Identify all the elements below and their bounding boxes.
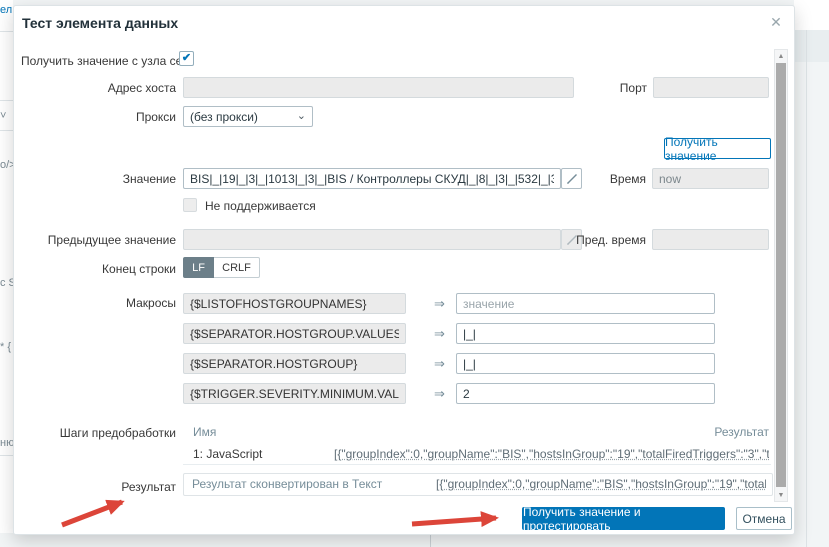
not-supported-label: Не поддерживается — [205, 199, 316, 213]
preprocessing-header-result: Результат — [569, 425, 769, 439]
background-fragment: ˅ — [0, 110, 6, 122]
value-label: Значение — [14, 172, 176, 186]
page: ел ˅ о/> с S * { ню Тест элемента данных… — [0, 0, 829, 547]
preprocessing-label: Шаги предобработки — [14, 426, 176, 440]
scrollbar-thumb[interactable] — [776, 63, 786, 487]
result-value-link[interactable]: [{"groupIndex":0,"groupName":"BIS","host… — [436, 477, 766, 491]
eol-label: Конец строки — [14, 262, 176, 276]
port-input[interactable] — [653, 77, 769, 98]
macro-value-input[interactable] — [456, 293, 715, 314]
maps-to-arrow-icon: ⇒ — [434, 386, 445, 402]
background-artifact — [430, 533, 431, 547]
macro-name-input[interactable] — [183, 323, 406, 344]
prev-time-label: Пред. время — [559, 233, 646, 247]
prev-value-input[interactable] — [183, 229, 561, 250]
get-value-from-host-label: Получить значение с узла сети — [21, 54, 194, 68]
result-conversion-note: Результат сконвертирован в Текст — [192, 477, 382, 491]
checkmark-icon: ✔ — [182, 53, 191, 64]
result-label: Результат — [14, 480, 176, 494]
preprocessing-header-name: Имя — [193, 425, 216, 439]
background-fragment: с S — [0, 277, 13, 289]
test-button[interactable]: Получить значение и протестировать — [522, 507, 725, 530]
background-fragment: * { — [0, 341, 11, 353]
port-label: Порт — [572, 81, 647, 95]
macro-name-input[interactable] — [183, 383, 406, 404]
chevron-down-icon: ⌄ — [297, 111, 306, 122]
eol-lf-toggle[interactable]: LF — [183, 257, 214, 278]
background-artifact — [806, 30, 807, 547]
proxy-label: Прокси — [14, 110, 176, 124]
scroll-up-icon[interactable]: ▲ — [775, 50, 787, 62]
background-artifact — [0, 455, 13, 456]
prev-value-label: Предыдущее значение — [14, 233, 176, 247]
dialog-title: Тест элемента данных — [22, 15, 178, 31]
eol-crlf-toggle[interactable]: CRLF — [214, 257, 260, 278]
host-address-label: Адрес хоста — [14, 81, 176, 95]
background-artifact — [794, 0, 829, 30]
maps-to-arrow-icon: ⇒ — [434, 296, 445, 312]
macro-name-input[interactable] — [183, 293, 406, 314]
background-artifact — [0, 31, 13, 32]
scroll-down-icon[interactable]: ▼ — [775, 489, 787, 501]
macro-value-input[interactable] — [456, 323, 715, 344]
proxy-select[interactable]: (без прокси) ⌄ — [183, 106, 313, 127]
maps-to-arrow-icon: ⇒ — [434, 356, 445, 372]
host-address-input[interactable] — [183, 77, 574, 98]
macro-value-input[interactable] — [456, 353, 715, 374]
not-supported-checkbox[interactable] — [183, 198, 197, 212]
background-fragment: о/> — [0, 159, 13, 171]
macro-name-input[interactable] — [183, 353, 406, 374]
get-value-button[interactable]: Получить значение — [664, 138, 771, 159]
cancel-button[interactable]: Отмена — [736, 507, 792, 530]
background-artifact — [794, 30, 829, 62]
proxy-selected-value: (без прокси) — [190, 110, 258, 124]
background-artifact — [0, 130, 13, 131]
background-fragment: ню — [0, 437, 13, 449]
macro-value-input[interactable] — [456, 383, 715, 404]
preprocessing-step-name: 1: JavaScript — [193, 447, 262, 461]
close-icon[interactable]: ✕ — [764, 10, 788, 34]
divider — [183, 464, 771, 465]
time-input[interactable] — [652, 168, 769, 189]
macros-label: Макросы — [14, 296, 176, 310]
value-input[interactable] — [183, 168, 561, 189]
background-artifact — [0, 100, 13, 101]
test-item-dialog: Тест элемента данных ✕ Получить значение… — [13, 5, 795, 535]
background-page-strip: ел ˅ о/> с S * { ню — [0, 0, 13, 533]
maps-to-arrow-icon: ⇒ — [434, 326, 445, 342]
background-fragment: ел — [0, 4, 12, 16]
preprocessing-step-result-link[interactable]: [{"groupIndex":0,"groupName":"BIS","host… — [334, 447, 769, 461]
time-label: Время — [574, 172, 646, 186]
prev-time-input[interactable] — [652, 229, 769, 250]
get-value-from-host-checkbox[interactable]: ✔ — [179, 51, 194, 66]
result-box: Результат сконвертирован в Текст [{"grou… — [183, 473, 773, 496]
scrollbar[interactable]: ▲ ▼ — [774, 49, 788, 502]
